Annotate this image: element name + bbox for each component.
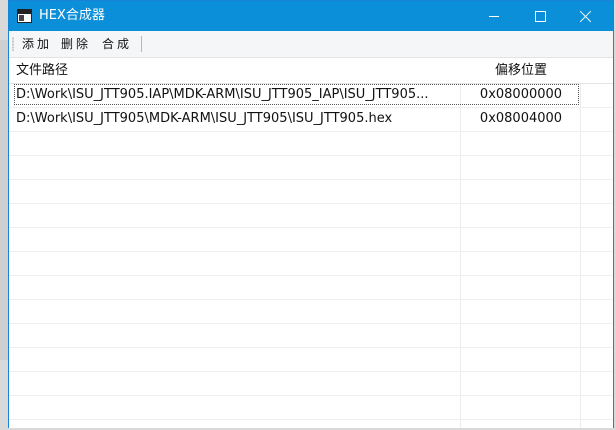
- table-row[interactable]: D:\Work\ISU_JTT905\MDK-ARM\ISU_JTT905\IS…: [9, 107, 613, 131]
- toolbar: 添加 删除 合成: [9, 31, 613, 58]
- maximize-icon: [534, 10, 546, 22]
- row-divider: [9, 251, 613, 252]
- file-list-table[interactable]: 文件路径 偏移位置 D:\Work\ISU_JTT905.IAP\MDK-ARM…: [9, 58, 613, 428]
- row-divider: [9, 395, 613, 396]
- column-header-offset[interactable]: 偏移位置: [461, 58, 581, 83]
- row-divider: [9, 155, 613, 156]
- window-title: HEX合成器: [39, 8, 105, 23]
- row-divider: [9, 275, 613, 276]
- row-divider: [9, 419, 613, 420]
- file-path-cell[interactable]: D:\Work\ISU_JTT905\MDK-ARM\ISU_JTT905\IS…: [16, 107, 460, 131]
- close-icon: [580, 10, 592, 22]
- hex-merger-window: HEX合成器 添加 删除 合成 文件路径 偏移位置 D:\Work\ISU_JT…: [8, 0, 614, 428]
- row-divider: [9, 227, 613, 228]
- app-icon: [17, 9, 32, 23]
- delete-button[interactable]: 删除: [61, 35, 91, 53]
- column-header-path[interactable]: 文件路径: [16, 58, 68, 83]
- row-divider: [9, 179, 613, 180]
- toolbar-separator: [141, 36, 142, 52]
- minimize-icon: [489, 15, 499, 17]
- maximize-button[interactable]: [517, 1, 563, 31]
- minimize-button[interactable]: [471, 1, 517, 31]
- add-button[interactable]: 添加: [22, 35, 52, 53]
- file-path-cell[interactable]: D:\Work\ISU_JTT905.IAP\MDK-ARM\ISU_JTT90…: [16, 83, 460, 107]
- row-divider: [9, 299, 613, 300]
- row-divider: [9, 203, 613, 204]
- close-button[interactable]: [563, 1, 609, 31]
- offset-cell[interactable]: 0x08004000: [461, 107, 581, 131]
- table-row[interactable]: D:\Work\ISU_JTT905.IAP\MDK-ARM\ISU_JTT90…: [9, 83, 613, 107]
- row-divider: [9, 347, 613, 348]
- table-header: 文件路径 偏移位置: [9, 58, 613, 84]
- title-bar[interactable]: HEX合成器: [9, 1, 613, 31]
- row-divider: [9, 131, 613, 132]
- merge-button[interactable]: 合成: [102, 35, 132, 53]
- toolbar-grip-icon[interactable]: [12, 37, 14, 51]
- offset-cell[interactable]: 0x08000000: [461, 83, 581, 107]
- row-divider: [9, 371, 613, 372]
- row-divider: [9, 323, 613, 324]
